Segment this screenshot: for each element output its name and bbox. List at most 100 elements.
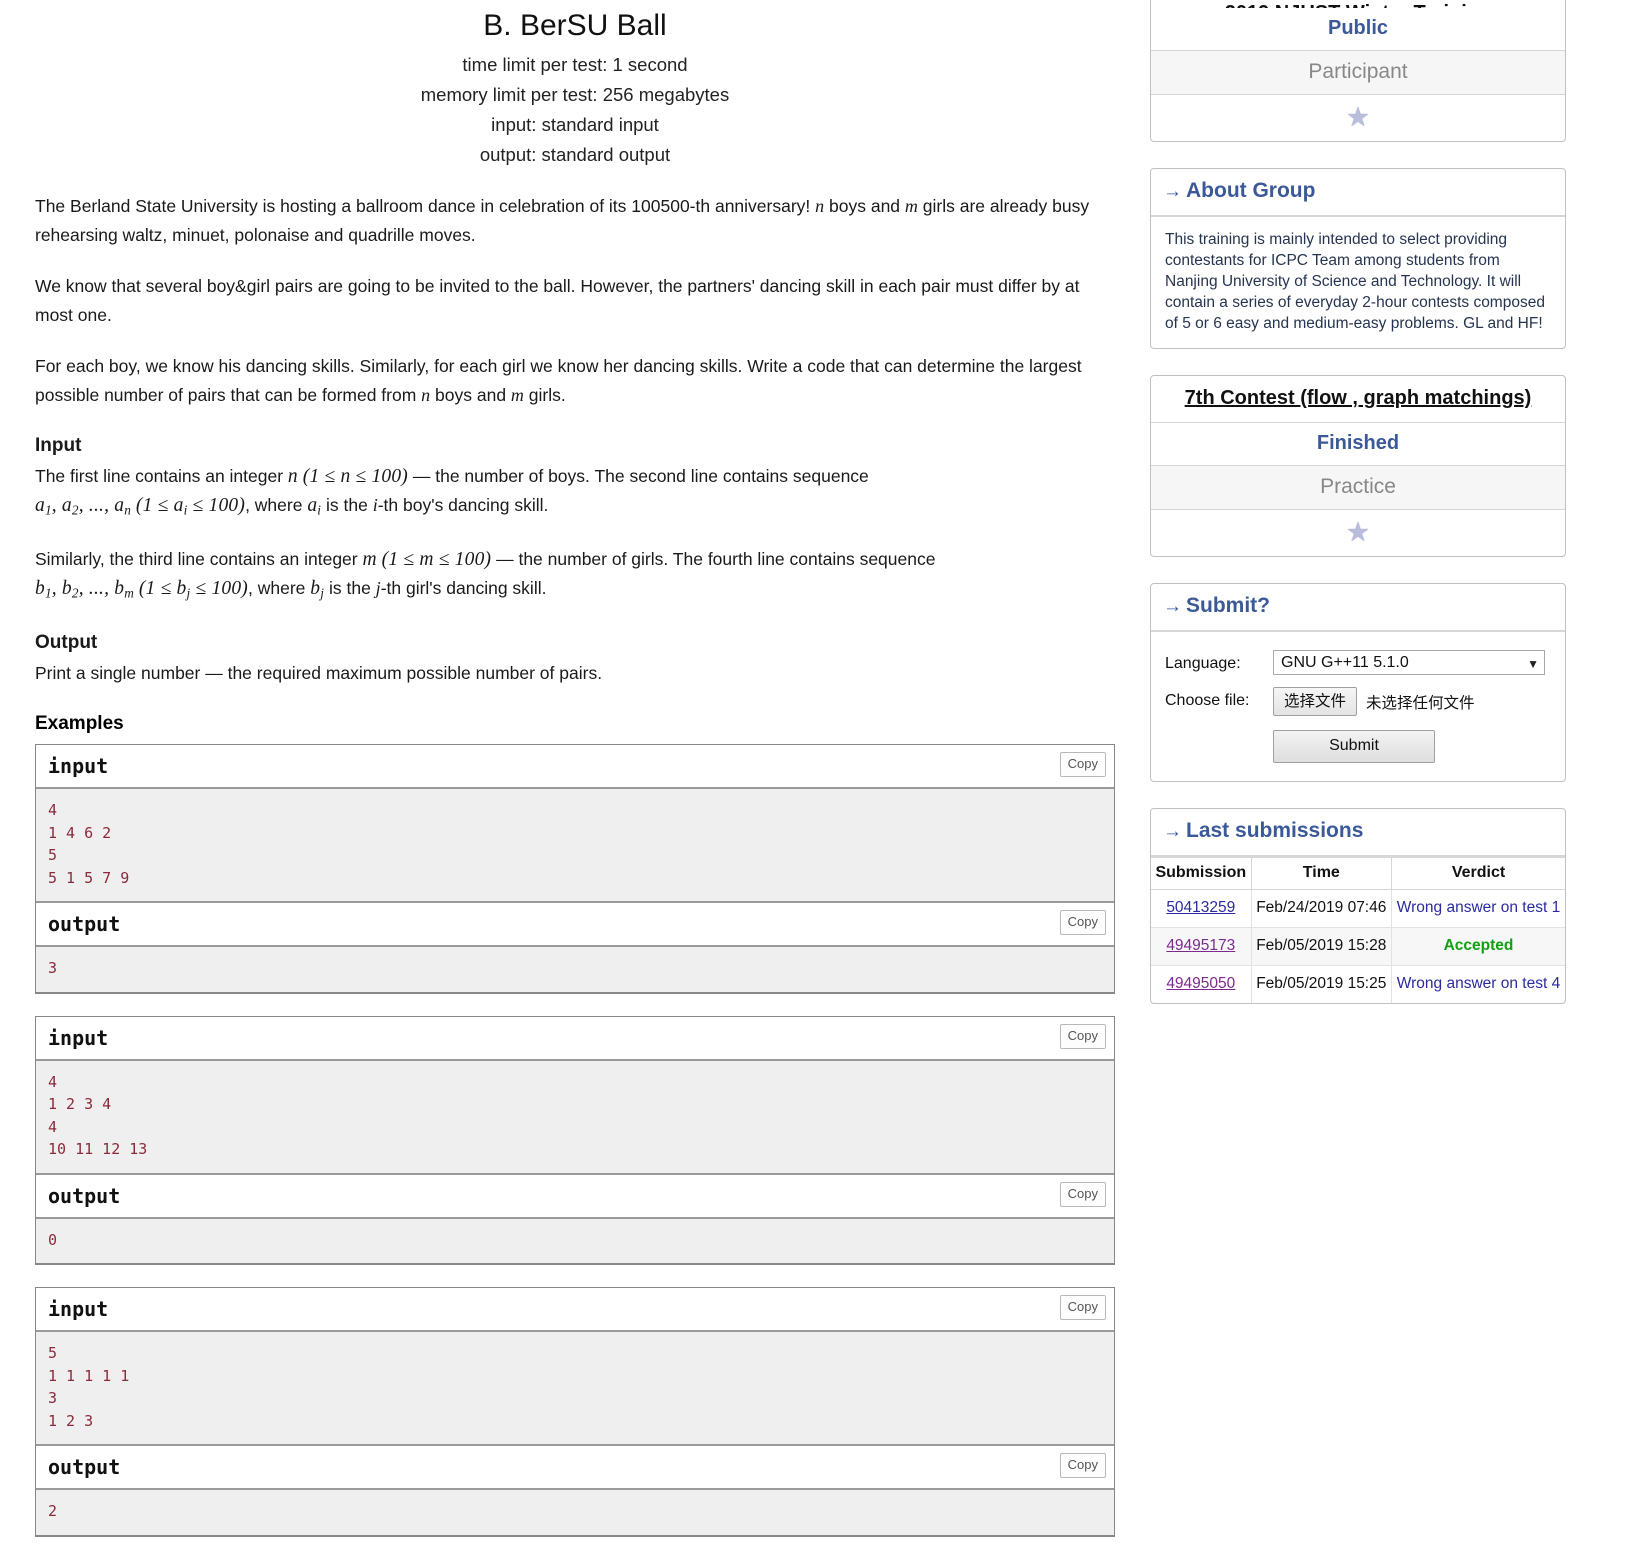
table-row: 49495173 Feb/05/2019 15:28 Accepted xyxy=(1151,927,1565,966)
copy-button[interactable]: Copy xyxy=(1059,752,1106,778)
sample-tests: Examples input Copy 4 1 4 6 2 5 5 1 5 7 … xyxy=(0,710,1150,1537)
language-label: Language: xyxy=(1165,655,1241,672)
submission-link[interactable]: 49495050 xyxy=(1166,975,1235,992)
output-spec-text: Print a single number — the required max… xyxy=(35,663,603,684)
problem-statement: B. BerSU Ball time limit per test: 1 sec… xyxy=(0,0,1150,1537)
submission-link[interactable]: 49495173 xyxy=(1166,937,1235,954)
input-l2-var-ai: ai xyxy=(307,495,322,518)
var-m-2: m xyxy=(510,385,524,405)
status-badge: Accepted xyxy=(1443,937,1514,954)
input-spec-paragraph-2: Similarly, the third line contains an in… xyxy=(35,545,1115,608)
table-header-row: Submission Time Verdict xyxy=(1151,857,1565,890)
copy-button[interactable]: Copy xyxy=(1059,1453,1106,1479)
input-l3-var-m: m xyxy=(362,548,377,570)
input-l1-constraint: (1 ≤ n ≤ 100) xyxy=(302,466,408,487)
chevron-down-icon: ▼ xyxy=(1527,657,1539,671)
submit-header: → Submit? xyxy=(1151,584,1565,632)
group-favourite-row: ★ xyxy=(1151,95,1565,141)
input-l4-b: , where xyxy=(248,577,311,598)
legend-p1-a: The Berland State University is hosting … xyxy=(35,196,816,216)
about-group-text: This training is mainly intended to sele… xyxy=(1165,231,1545,332)
submission-id-cell: 50413259 xyxy=(1151,889,1252,928)
copy-button[interactable]: Copy xyxy=(1059,1295,1106,1321)
contest-title-link[interactable]: 7th Contest (flow , graph matchings) xyxy=(1185,387,1532,409)
group-title-row: 2019 NJUST Winter Training xyxy=(1151,0,1565,8)
output-label: output xyxy=(48,1455,121,1480)
sample-3-input-header: input Copy xyxy=(36,1288,1114,1333)
contest-state: Finished xyxy=(1151,423,1565,466)
submission-time-cell: Feb/05/2019 15:25 xyxy=(1251,965,1393,1003)
input-l2-c: is the xyxy=(321,495,373,515)
input-l3-constraint: (1 ≤ m ≤ 100) xyxy=(381,548,492,570)
group-state: Public xyxy=(1151,8,1565,51)
submission-id-cell: 49495173 xyxy=(1151,927,1252,966)
input-l4-c: is the xyxy=(324,577,376,598)
input-label: input xyxy=(48,1297,109,1322)
arrow-right-icon: → xyxy=(1163,596,1182,617)
input-l2-d: -th boy's dancing skill. xyxy=(377,495,549,515)
arrow-right-icon: → xyxy=(1163,181,1182,202)
input-l2-sequence: a1, a2, ..., an xyxy=(35,495,132,518)
status-badge: Wrong answer on test 4 xyxy=(1396,975,1561,992)
output-label: output xyxy=(48,1183,121,1208)
sample-test-1: input Copy 4 1 4 6 2 5 5 1 5 7 9 output … xyxy=(35,744,1115,994)
about-group-header-label[interactable]: About Group xyxy=(1186,179,1315,202)
column-header-verdict: Verdict xyxy=(1391,857,1565,890)
copy-button[interactable]: Copy xyxy=(1059,1023,1106,1049)
sample-3-output-data: 2 xyxy=(36,1490,1114,1535)
submit-button-row: Submit xyxy=(1273,730,1551,763)
file-row: Choose file: 选择文件 未选择任何文件 xyxy=(1165,687,1551,716)
input-l4-sequence: b1, b2, ..., bm xyxy=(35,577,134,601)
input-l2-b: , where xyxy=(245,495,308,515)
input-label: input xyxy=(48,1025,109,1050)
output-section-title: Output xyxy=(35,632,98,654)
arrow-right-icon: → xyxy=(1163,821,1182,842)
page-title: B. BerSU Ball xyxy=(483,9,667,42)
output-specification: Output Print a single number — the requi… xyxy=(35,629,1115,688)
language-select[interactable]: GNU G++11 5.1.0 ▼ xyxy=(1273,650,1545,675)
input-section-title: Input xyxy=(35,435,82,456)
about-group-box: → About Group This training is mainly int… xyxy=(1150,168,1566,349)
sample-test-3: input Copy 5 1 1 1 1 1 3 1 2 3 output Co… xyxy=(35,1287,1115,1537)
sample-1-input-header: input Copy xyxy=(36,745,1114,790)
input-l1-a: The first line contains an integer xyxy=(35,466,288,486)
var-n-2: n xyxy=(421,385,431,405)
input-specification: Input The first line contains an integer… xyxy=(35,432,1115,607)
group-title-link[interactable]: 2019 NJUST Winter Training xyxy=(1225,2,1492,8)
language-selected-value: GNU G++11 5.1.0 xyxy=(1281,654,1409,671)
legend-p1-b: boys and xyxy=(824,196,905,216)
legend-paragraph-1: The Berland State University is hosting … xyxy=(35,192,1115,250)
examples-title: Examples xyxy=(35,713,124,735)
copy-button[interactable]: Copy xyxy=(1059,910,1106,936)
column-header-submission: Submission xyxy=(1151,857,1252,890)
problem-content-column: B. BerSU Ball time limit per test: 1 sec… xyxy=(0,0,1150,1559)
submission-id-cell: 49495050 xyxy=(1151,965,1252,1003)
contest-phase: Practice xyxy=(1151,466,1565,510)
submit-header-label[interactable]: Submit? xyxy=(1186,594,1270,617)
var-m: m xyxy=(904,196,918,216)
contest-box: 7th Contest (flow , graph matchings) Fin… xyxy=(1150,375,1566,557)
output-label: output xyxy=(48,912,121,937)
input-l4-constraint: (1 ≤ bj ≤ 100) xyxy=(138,577,249,601)
table-row: 50413259 Feb/24/2019 07:46 Wrong answer … xyxy=(1151,889,1565,928)
status-badge: Wrong answer on test 1 xyxy=(1396,899,1561,916)
input-l4-var-bj: bj xyxy=(310,577,325,601)
input-l3-a: Similarly, the third line contains an in… xyxy=(35,548,363,569)
choose-file-button[interactable]: 选择文件 xyxy=(1273,687,1358,716)
sample-2-input-header: input Copy xyxy=(36,1016,1114,1061)
star-icon[interactable]: ★ xyxy=(1346,517,1370,547)
sample-1-input-data: 4 1 4 6 2 5 5 1 5 7 9 xyxy=(36,789,1114,904)
submission-link[interactable]: 50413259 xyxy=(1166,899,1235,916)
sample-3-output-header: output Copy xyxy=(36,1446,1114,1491)
legend-p3-b: boys and xyxy=(430,385,511,405)
about-group-header: → About Group xyxy=(1151,169,1565,217)
star-icon[interactable]: ★ xyxy=(1346,102,1370,132)
input-l2-constraint: (1 ≤ ai ≤ 100) xyxy=(135,495,246,518)
last-submissions-header-label[interactable]: Last submissions xyxy=(1186,819,1363,842)
input-l4-d: -th girl's dancing skill. xyxy=(380,577,547,598)
choose-file-status: 未选择任何文件 xyxy=(1366,693,1475,712)
submission-time-cell: Feb/24/2019 07:46 xyxy=(1251,889,1393,928)
file-input[interactable]: 选择文件 未选择任何文件 xyxy=(1273,687,1475,716)
submit-button[interactable]: Submit xyxy=(1273,730,1435,763)
copy-button[interactable]: Copy xyxy=(1059,1181,1106,1207)
